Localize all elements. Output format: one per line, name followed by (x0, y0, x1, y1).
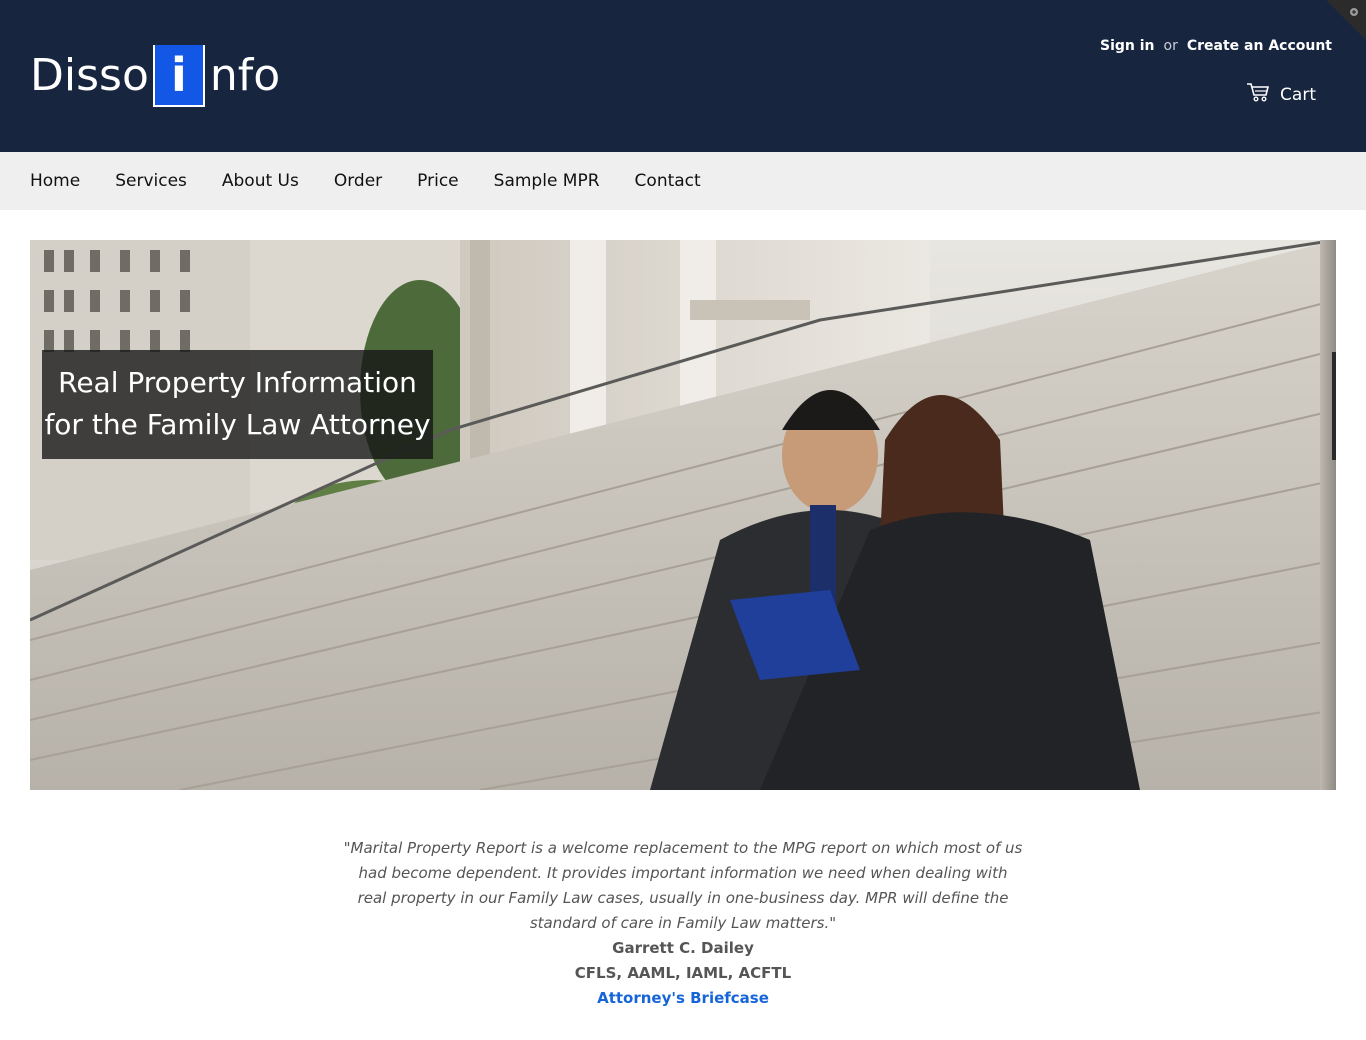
next-slide-edge[interactable] (1320, 240, 1336, 790)
account-links: Sign in or Create an Account (1100, 38, 1332, 54)
hero-caption-line2: for the Family Law Attorney (44, 408, 431, 441)
logo-text-part1: Disso (30, 50, 149, 101)
hero-caption: Real Property Information for the Family… (42, 350, 433, 459)
cart-link[interactable]: Cart (1246, 82, 1316, 107)
site-logo[interactable]: Disso i nfo (30, 44, 280, 108)
main-nav: Home Services About Us Order Price Sampl… (0, 152, 1366, 210)
hero-caption-line1: Real Property Information (58, 366, 417, 399)
testimonial-quote: "Marital Property Report is a welcome re… (343, 839, 1023, 932)
create-account-link[interactable]: Create an Account (1187, 38, 1332, 54)
nav-item-price[interactable]: Price (417, 171, 458, 191)
nav-item-order[interactable]: Order (334, 171, 382, 191)
nav-item-about-us[interactable]: About Us (222, 171, 299, 191)
testimonial: "Marital Property Report is a welcome re… (343, 836, 1023, 1011)
logo-i-box: i (152, 45, 205, 107)
sign-in-link[interactable]: Sign in (1100, 38, 1155, 54)
nav-item-services[interactable]: Services (115, 171, 187, 191)
cart-icon (1246, 82, 1280, 107)
cart-label: Cart (1280, 84, 1316, 105)
corner-ribbon-icon (1326, 0, 1366, 40)
nav-item-home[interactable]: Home (30, 171, 80, 191)
nav-item-sample-mpr[interactable]: Sample MPR (494, 171, 600, 191)
next-slide-caption-edge (1332, 352, 1336, 460)
nav-item-contact[interactable]: Contact (635, 171, 701, 191)
testimonial-author: Garrett C. Dailey (612, 939, 754, 957)
hero-slideshow[interactable]: Real Property Information for the Family… (30, 240, 1336, 790)
site-header: Disso i nfo Sign in or Create an Account C… (0, 0, 1366, 152)
or-separator: or (1163, 38, 1178, 54)
logo-text-part2: nfo (209, 50, 281, 101)
hero-image (30, 240, 1336, 790)
testimonial-source-link[interactable]: Attorney's Briefcase (597, 986, 769, 1011)
testimonial-credentials: CFLS, AAML, IAML, ACFTL (574, 964, 792, 982)
